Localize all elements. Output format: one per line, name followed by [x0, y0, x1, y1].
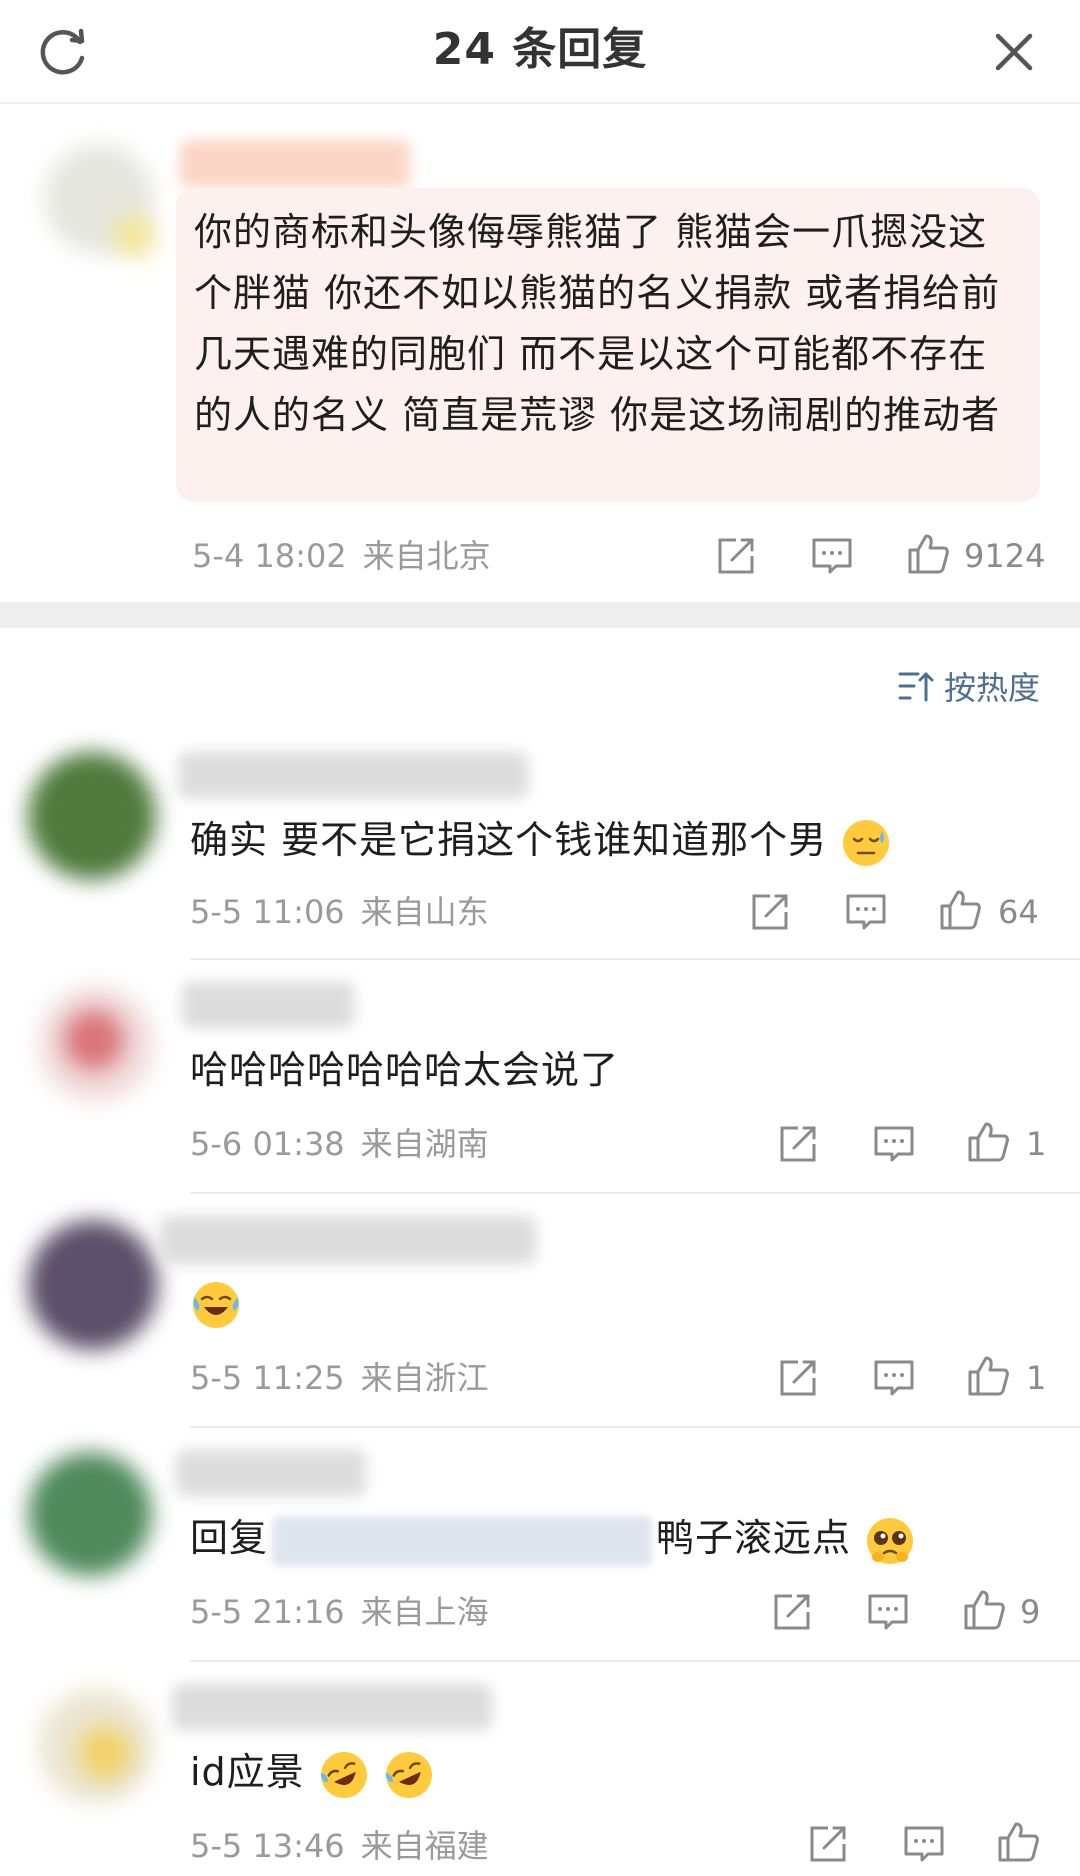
like-icon[interactable] [938, 888, 982, 932]
comment-meta: 5-4 18:02 来自北京 [192, 536, 491, 576]
share-icon[interactable] [748, 890, 792, 934]
sort-by-hot-button[interactable]: 按热度 [896, 664, 1040, 708]
comment-icon[interactable] [872, 1356, 916, 1400]
avatar-detail [78, 1726, 132, 1780]
rofl-face-emoji-icon [385, 1751, 432, 1798]
reply-item: 回复 鸭子滚远点 5-5 21:16 来自上海 9 [0, 1428, 1080, 1662]
avatar[interactable] [28, 1220, 158, 1350]
like-count: 9124 [964, 537, 1046, 575]
share-icon[interactable] [806, 1822, 850, 1866]
username[interactable] [178, 752, 528, 798]
like-icon[interactable] [962, 1588, 1006, 1632]
like-count: 9 [1020, 1593, 1041, 1631]
comment-date: 5-4 18:02 [192, 537, 347, 575]
comment-icon[interactable] [866, 1590, 910, 1634]
reply-meta: 5-5 11:06 来自山东 [190, 892, 489, 932]
like-count: 64 [998, 893, 1039, 931]
close-icon[interactable] [986, 24, 1042, 80]
like-icon[interactable] [996, 1820, 1040, 1864]
reply-item: 5-5 11:25 来自浙江 1 [0, 1194, 1080, 1428]
page-title: 24 条回复 [432, 24, 648, 75]
reply-meta: 5-6 01:38 来自湖南 [190, 1124, 489, 1164]
comment-icon[interactable] [810, 534, 854, 578]
reply-date: 5-5 21:16 [190, 1593, 345, 1631]
avatar[interactable] [28, 1452, 152, 1576]
share-icon[interactable] [776, 1122, 820, 1166]
avatar[interactable] [28, 752, 156, 880]
reply-text: 哈哈哈哈哈哈哈太会说了 [190, 1048, 620, 1092]
avatar-detail [64, 1010, 124, 1070]
sort-label: 按热度 [943, 669, 1040, 707]
sort-bar: 按热度 [0, 628, 1080, 728]
reply-location: 来自山东 [360, 893, 489, 931]
reply-date: 5-5 11:06 [190, 893, 345, 931]
username[interactable] [182, 982, 354, 1028]
header: 24 条回复 [0, 0, 1080, 104]
like-count: 1 [1026, 1359, 1047, 1397]
reply-text [190, 1274, 242, 1331]
avatar-badge [112, 214, 156, 258]
like-count: 1 [1026, 1125, 1047, 1163]
crying-laughing-face-emoji-icon [193, 1281, 239, 1328]
reply-location: 来自湖南 [360, 1125, 489, 1163]
share-icon[interactable] [714, 534, 758, 578]
username[interactable] [180, 140, 410, 188]
comment-icon[interactable] [902, 1822, 946, 1866]
reply-item: id应景 5-5 13:46 来自福建 [0, 1662, 1080, 1876]
reply-date: 5-5 13:46 [190, 1827, 345, 1865]
reply-location: 来自上海 [360, 1593, 489, 1631]
reply-text: 确实 要不是它捐这个钱谁知道那个男 [190, 812, 892, 869]
reply-location: 来自福建 [360, 1827, 489, 1865]
reply-item: 确实 要不是它捐这个钱谁知道那个男 5-5 11:06 来自山东 64 [0, 728, 1080, 960]
main-comment: 你的商标和头像侮辱熊猫了 熊猫会一爪摁没这个胖猫 你还不如以熊猫的名义捐款 或者… [0, 104, 1080, 602]
share-icon[interactable] [776, 1356, 820, 1400]
like-icon[interactable] [966, 1354, 1010, 1398]
reply-item: 哈哈哈哈哈哈哈太会说了 5-6 01:38 来自湖南 1 [0, 960, 1080, 1194]
like-icon[interactable] [906, 532, 950, 576]
reply-date: 5-5 11:25 [190, 1359, 345, 1397]
username[interactable] [176, 1450, 366, 1496]
pleading-face-emoji-icon [867, 1517, 914, 1564]
comment-bubble: 你的商标和头像侮辱熊猫了 熊猫会一爪摁没这个胖猫 你还不如以熊猫的名义捐款 或者… [176, 188, 1040, 502]
reply-meta: 5-5 13:46 来自福建 [190, 1826, 489, 1866]
section-separator [0, 602, 1080, 628]
comment-location: 来自北京 [362, 537, 491, 575]
reply-date: 5-6 01:38 [190, 1125, 345, 1163]
rofl-face-emoji-icon [320, 1751, 367, 1798]
comment-icon[interactable] [844, 890, 888, 934]
share-icon[interactable] [770, 1590, 814, 1634]
username[interactable] [172, 1684, 492, 1730]
reply-meta: 5-5 21:16 来自上海 [190, 1592, 489, 1632]
masked-username [272, 1515, 653, 1566]
reply-text: 回复 鸭子滚远点 [190, 1510, 916, 1567]
reply-location: 来自浙江 [360, 1359, 489, 1397]
reply-meta: 5-5 11:25 来自浙江 [190, 1358, 489, 1398]
sweat-face-emoji-icon [843, 819, 890, 866]
comment-icon[interactable] [872, 1122, 916, 1166]
sort-icon [898, 672, 934, 702]
like-icon[interactable] [966, 1120, 1010, 1164]
reply-text: id应景 [190, 1744, 435, 1801]
comment-text: 你的商标和头像侮辱熊猫了 熊猫会一爪摁没这个胖猫 你还不如以熊猫的名义捐款 或者… [194, 210, 1001, 437]
username[interactable] [160, 1216, 536, 1264]
